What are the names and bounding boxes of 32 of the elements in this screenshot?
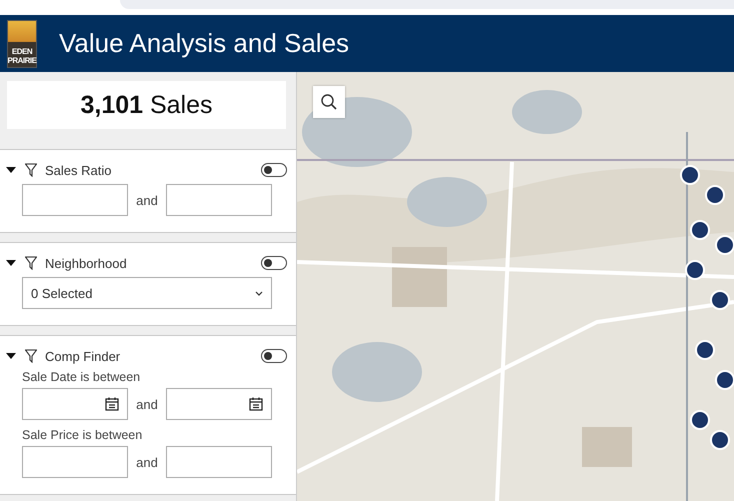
field-label: Sale Date is between: [22, 370, 140, 384]
collapse-icon[interactable]: [6, 259, 17, 267]
connector-label: and: [135, 192, 159, 208]
connector-label: and: [135, 454, 159, 470]
field-label: Sale Price is between: [22, 428, 142, 442]
calendar-icon[interactable]: [105, 397, 119, 411]
calendar-icon[interactable]: [249, 397, 263, 411]
input-field[interactable]: [22, 184, 128, 216]
toggle-switch[interactable]: [261, 163, 287, 177]
filter-title: Sales Ratio: [45, 162, 112, 178]
toggle-switch[interactable]: [261, 256, 287, 270]
logo: EDEN PRAIRIE: [7, 20, 37, 68]
filter-icon: [25, 349, 37, 363]
input-field[interactable]: [22, 446, 128, 478]
filter-title: Comp Finder: [45, 348, 122, 364]
collapse-icon[interactable]: [6, 352, 17, 360]
connector-label: and: [135, 396, 159, 412]
dropdown[interactable]: 0 Selected: [22, 277, 272, 309]
toggle-switch[interactable]: [261, 349, 287, 363]
collapse-icon[interactable]: [6, 166, 17, 174]
filter-icon: [25, 256, 37, 270]
date-field[interactable]: [166, 388, 272, 420]
search-icon[interactable]: [320, 93, 338, 111]
chevron-down-icon[interactable]: [255, 290, 263, 296]
search-button[interactable]: [313, 86, 345, 118]
filter-icon: [25, 163, 37, 177]
filter-title: Neighborhood: [45, 256, 128, 270]
date-field[interactable]: [22, 388, 128, 420]
app-title: Value Analysis and Sales: [58, 28, 350, 59]
input-field[interactable]: [166, 184, 272, 216]
input-field[interactable]: [166, 446, 272, 478]
sales-count: 3,101 Sales: [80, 90, 213, 120]
